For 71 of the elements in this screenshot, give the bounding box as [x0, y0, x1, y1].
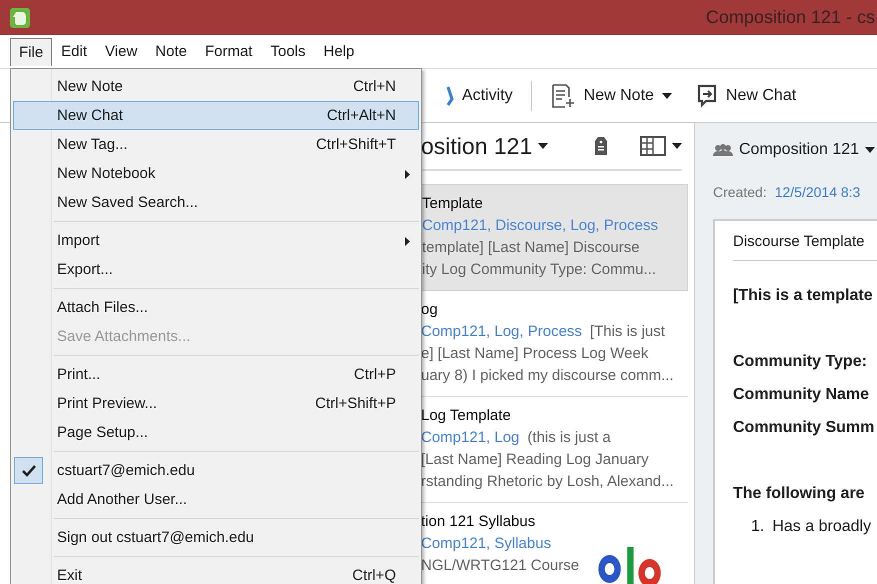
caret-icon	[538, 143, 548, 149]
menu-item[interactable]: Attach Files...	[13, 293, 419, 322]
submenu-arrow-icon	[405, 170, 410, 179]
body-text: [This is a template	[733, 287, 874, 306]
note-snippet: template] [Last Name] Discourse	[422, 238, 640, 258]
menu-item[interactable]: cstuart7@emich.edu	[13, 456, 419, 485]
people-icon	[713, 144, 733, 156]
toolbar-button[interactable]: Activity	[440, 80, 519, 110]
caret-icon	[865, 147, 876, 153]
activity-icon	[446, 84, 454, 106]
caret-icon	[672, 143, 682, 149]
menu-item[interactable]: View	[96, 37, 146, 66]
note-snippet: uary 8) I picked my discourse comm...	[421, 366, 674, 386]
body-text: Community Name	[733, 386, 870, 405]
menu-item[interactable]: New Tag... Ctrl+Shift+T	[13, 130, 419, 159]
note-title: Log Template	[421, 406, 512, 426]
list-number: 1.	[751, 518, 764, 537]
menu-item[interactable]: Note	[146, 37, 196, 66]
body-text: Community Type:	[733, 353, 868, 372]
menu-item[interactable]: Export...	[13, 255, 419, 284]
chat-icon	[696, 84, 718, 108]
window-title: Composition 121 - cs	[706, 7, 876, 28]
note-tags: Comp121, Discourse, Log, Process	[422, 215, 658, 237]
notebook-selector[interactable]: Composition 121	[739, 141, 860, 159]
view-layout-icon[interactable]	[640, 136, 666, 156]
menu-item[interactable]: Page Setup...	[13, 418, 419, 447]
body-text: The following are	[733, 485, 866, 504]
new-note-icon	[550, 82, 576, 108]
toolbar-button[interactable]: New Note	[544, 78, 678, 112]
note-tags: Comp121, Log	[421, 427, 520, 449]
note-snippet: [This is just	[590, 322, 665, 342]
notebook-title[interactable]: osition 121	[421, 132, 532, 160]
toolbar-button[interactable]: New Chat	[690, 80, 802, 112]
menu-item[interactable]: New Note Ctrl+N	[13, 72, 419, 101]
note-snippet: ity Log Community Type: Commu...	[422, 260, 656, 280]
note-tags: Comp121, Log, Process	[421, 321, 582, 343]
menu-item[interactable]: Help	[314, 37, 364, 66]
tag-icon[interactable]	[594, 136, 608, 156]
note-title: Template	[422, 194, 484, 214]
note-title: tion 121 Syllabus	[421, 512, 536, 532]
menu-item[interactable]: Edit	[52, 37, 96, 66]
menu-item[interactable]: Add Another User...	[13, 485, 419, 514]
note-snippet: (this is just a	[527, 428, 611, 448]
menu-item[interactable]: Import	[13, 226, 419, 255]
menu-item[interactable]: New Notebook	[13, 159, 419, 188]
body-text: Community Summ	[733, 419, 876, 438]
menu-item[interactable]: New Saved Search...	[13, 188, 419, 217]
body-text: Has a broadly	[772, 518, 872, 537]
note-tags: Comp121, Syllabus	[421, 533, 552, 555]
menu-item[interactable]: Tools	[261, 37, 315, 66]
note-snippet: NGL/WRTG121 Course	[421, 556, 580, 576]
note-title-field[interactable]: Discourse Template	[733, 233, 877, 260]
caret-icon	[662, 92, 672, 98]
note-title: og	[421, 300, 439, 320]
menu-item[interactable]: Print... Ctrl+P	[13, 360, 419, 389]
app-logo-icon	[10, 8, 30, 28]
note-snippet: rstanding Rhetoric by Losh, Alexand...	[421, 472, 674, 492]
created-date[interactable]: 12/5/2014 8:3	[774, 184, 860, 200]
check-icon	[14, 457, 43, 484]
menu-item[interactable]: Print Preview... Ctrl+Shift+P	[13, 389, 419, 418]
menu-item[interactable]: Format	[196, 37, 262, 66]
created-label: Created:	[713, 184, 767, 200]
note-snippet: [Last Name] Reading Log January	[421, 450, 649, 470]
menu-item[interactable]: Sign out cstuart7@emich.edu	[13, 523, 419, 552]
submenu-arrow-icon	[405, 237, 410, 246]
note-card[interactable]: tion 121 Syllabus Comp121, Syllabus NGL/WRTG121 Course	[421, 503, 688, 584]
note-card[interactable]: Template Comp121, Discourse, Log, Process template] [Last Name] Discourse ity Log Community Type: Commu...	[421, 184, 688, 291]
note-snippet: e] [Last Name] Process Log Week	[421, 344, 648, 364]
menu-item[interactable]: Exit Ctrl+Q	[13, 561, 419, 584]
menu-item[interactable]: File	[10, 38, 52, 66]
menu-item[interactable]: New Chat Ctrl+Alt+N	[13, 101, 419, 130]
